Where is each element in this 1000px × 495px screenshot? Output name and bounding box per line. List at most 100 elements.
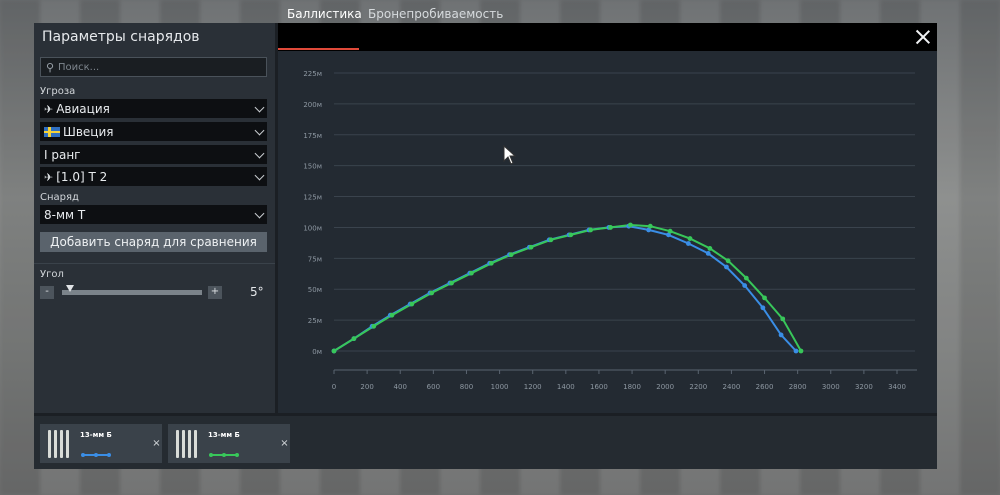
series-line-1 <box>333 225 797 352</box>
angle-slider[interactable] <box>62 290 202 295</box>
tab-bar <box>278 23 937 51</box>
close-icon[interactable] <box>912 27 934 47</box>
angle-value: 5° <box>250 285 264 299</box>
data-point <box>724 264 729 270</box>
data-point <box>488 260 494 266</box>
ballistics-chart: 0м 25м 50м 75м 100м 125м 150м 175м 200м 225м 0 200 4… <box>303 70 917 391</box>
x-tick-label: 1800 <box>623 383 641 391</box>
data-point <box>647 223 653 229</box>
angle-decrease-button[interactable]: - <box>40 286 54 299</box>
data-point <box>409 301 415 307</box>
data-point <box>351 336 357 342</box>
x-tick-label: 3400 <box>888 383 906 391</box>
x-tick-label: 1000 <box>491 383 509 391</box>
panel-title: Параметры снарядов <box>42 29 200 45</box>
y-tick-label: 200м <box>303 101 322 109</box>
divider <box>34 263 275 264</box>
compare-card-1[interactable]: 13-мм Б <box>40 424 152 463</box>
data-point <box>449 280 454 286</box>
active-tab-indicator <box>278 48 359 50</box>
data-point <box>705 250 711 256</box>
x-tick-label: 2600 <box>756 383 774 391</box>
chevron-down-icon <box>254 102 265 113</box>
chevron-down-icon <box>254 148 265 159</box>
vehicle-select[interactable]: ✈ [1.0] T 2 <box>40 167 267 186</box>
chevron-down-icon <box>254 170 265 181</box>
angle-increase-button[interactable]: + <box>208 286 222 299</box>
search-input[interactable]: ⚲ Поиск... <box>40 57 267 77</box>
aircraft-icon: ✈ <box>44 103 54 116</box>
x-tick-label: 600 <box>427 383 440 391</box>
x-tick-label: 400 <box>394 383 407 391</box>
series-legend-green-icon <box>209 453 239 457</box>
y-tick-label: 50м <box>308 286 322 294</box>
data-point <box>687 236 693 241</box>
tab-ballistics[interactable]: Баллистика <box>287 7 362 21</box>
compare-shell-name: 13-мм Б <box>208 431 240 439</box>
chevron-down-icon <box>254 125 265 136</box>
data-point <box>548 237 554 243</box>
sweden-flag-icon <box>44 127 60 137</box>
mouse-cursor-icon <box>503 145 517 165</box>
x-tick-label: 1200 <box>524 383 542 391</box>
compare-shell-name: 13-мм Б <box>80 431 112 439</box>
data-point <box>429 290 435 296</box>
series-legend-blue-icon <box>81 453 111 457</box>
data-point <box>371 323 377 329</box>
y-tick-label: 100м <box>303 224 322 232</box>
compare-card-2[interactable]: 13-мм Б <box>168 424 280 463</box>
data-point <box>608 225 613 230</box>
data-point <box>798 348 804 354</box>
y-tick-label: 75м <box>308 255 322 263</box>
search-icon: ⚲ <box>46 61 55 74</box>
data-point <box>628 222 633 228</box>
remove-compare-2-button[interactable]: × <box>279 424 290 463</box>
shell-label: Снаряд <box>40 192 79 203</box>
y-tick-label: 125м <box>303 194 322 202</box>
nation-select[interactable]: Швеция <box>40 122 267 141</box>
data-point <box>793 348 799 354</box>
y-tick-label: 25м <box>308 317 322 325</box>
data-point <box>508 252 514 258</box>
y-tick-label: 175м <box>303 132 322 140</box>
x-tick-label: 800 <box>460 383 473 391</box>
x-tick-label: 1400 <box>557 383 575 391</box>
data-point <box>331 348 337 354</box>
x-tick-label: 200 <box>360 383 373 391</box>
plane-silhouette-icon: ✈ <box>44 171 54 184</box>
x-tick-label: 3200 <box>855 383 873 391</box>
y-tick-label: 225м <box>303 70 322 78</box>
shell-select[interactable]: 8-мм T <box>40 205 267 224</box>
y-tick-label: 150м <box>303 163 322 171</box>
data-point <box>742 283 748 288</box>
angle-slider-thumb[interactable] <box>66 285 74 292</box>
y-tick-label: 0м <box>312 348 322 356</box>
tab-penetration[interactable]: Бронепробиваемость <box>368 7 503 21</box>
data-point <box>685 241 691 246</box>
series-line-2 <box>333 223 802 352</box>
x-tick-label: 1600 <box>590 383 608 391</box>
x-tick-label: 2200 <box>689 383 707 391</box>
data-point <box>389 312 395 318</box>
data-point <box>762 295 767 301</box>
data-point <box>760 305 766 311</box>
x-tick-label: 2800 <box>789 383 807 391</box>
data-point <box>528 244 534 250</box>
data-point <box>588 227 594 233</box>
x-tick-label: 2400 <box>722 383 740 391</box>
threat-select[interactable]: ✈ Авиация <box>40 99 267 118</box>
remove-compare-1-button[interactable]: × <box>151 424 162 463</box>
x-tick-label: 3000 <box>822 383 840 391</box>
data-point <box>725 258 731 264</box>
data-point <box>780 316 786 322</box>
search-placeholder: Поиск... <box>58 62 100 73</box>
chevron-down-icon <box>254 208 265 219</box>
data-point <box>667 228 673 234</box>
angle-label: Угол <box>40 269 64 280</box>
add-shell-compare-button[interactable]: Добавить снаряд для сравнения <box>40 232 267 252</box>
rank-select[interactable]: I ранг <box>40 145 267 164</box>
data-point <box>568 232 574 238</box>
data-point <box>743 275 749 281</box>
threat-label: Угроза <box>40 86 76 97</box>
data-point <box>707 246 713 251</box>
